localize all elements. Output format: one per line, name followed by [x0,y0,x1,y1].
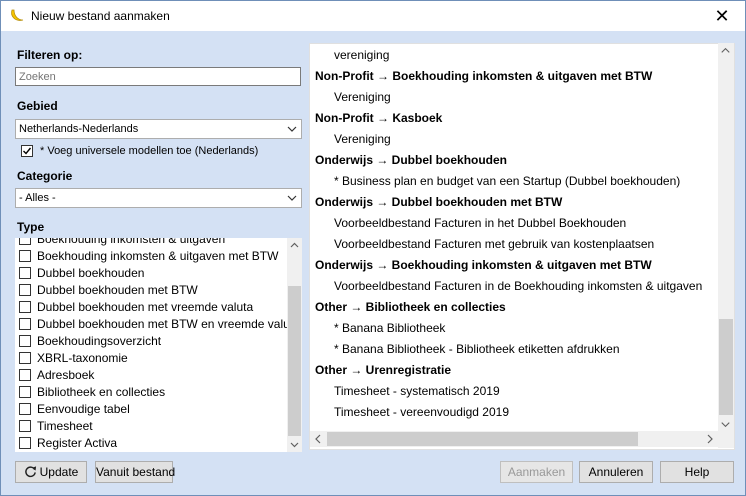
refresh-icon [24,466,36,478]
template-group-header: Non-Profit → Boekhouding inkomsten & uit… [315,69,653,83]
template-entry[interactable]: * Banana Bibliotheek - Bibliotheek etike… [334,342,620,356]
search-input[interactable] [15,67,301,86]
template-group-header: Onderwijs → Dubbel boekhouden [315,153,508,167]
template-entry[interactable]: * Banana Bibliotheek [334,321,445,335]
type-checkbox[interactable] [19,250,31,262]
template-list-hscrollbar[interactable] [310,431,718,447]
type-item-label: Dubbel boekhouden [37,266,145,280]
type-item-label: Register Activa [37,436,118,450]
type-checkbox[interactable] [19,437,31,449]
template-entry[interactable]: Vereniging [334,90,391,104]
update-button-label: Update [39,465,79,479]
template-group-header: Onderwijs → Boekhouding inkomsten & uitg… [315,258,652,272]
scroll-left-icon[interactable] [310,431,326,447]
template-group-header: Other → Urenregistratie [315,363,452,377]
aanmaken-button[interactable]: Aanmaken [500,461,573,483]
chevron-down-icon [287,195,297,201]
type-list-scrollbar[interactable] [287,238,302,452]
type-item-label: Eenvoudige tabel [37,402,130,416]
vanuit-bestand-button[interactable]: Vanuit bestand [95,461,175,483]
type-item-label: XBRL-taxonomie [37,351,128,365]
type-item-label: Bibliotheek en collecties [37,385,166,399]
gebied-select[interactable]: Netherlands-Nederlands [15,119,302,139]
type-checkbox[interactable] [19,318,31,330]
template-group-header: Other → Bibliotheek en collecties [315,300,506,314]
scroll-thumb[interactable] [719,319,733,415]
checkmark-icon [23,147,32,155]
template-list-vscrollbar[interactable] [718,43,734,432]
scroll-down-icon[interactable] [287,437,302,452]
type-checkbox[interactable] [19,284,31,296]
type-item-label: Adresboek [37,368,95,382]
template-entry[interactable]: vereniging [334,48,389,62]
scroll-down-icon[interactable] [718,417,733,432]
template-list[interactable]: vereniging Non-Profit → Boekhouding inko… [309,43,735,450]
type-item-label: Dubbel boekhouden met BTW en vreemde val… [37,317,300,331]
update-button[interactable]: Update [15,461,87,483]
type-checkbox[interactable] [19,420,31,432]
chevron-down-icon [287,126,297,132]
type-checkbox[interactable] [19,369,31,381]
type-item-label: Dubbel boekhouden met vreemde valuta [37,300,254,314]
categorie-select[interactable]: - Alles - [15,188,302,208]
type-label: Type [17,220,45,234]
close-button[interactable]: ✕ [699,1,745,31]
dialog-window: Nieuw bestand aanmaken ✕ Filteren op: Ge… [0,0,746,496]
type-item-label: Boekhoudingsoverzicht [37,334,162,348]
type-item-label: Boekhouding inkomsten & uitgaven [37,238,226,246]
close-icon: ✕ [714,6,730,26]
type-checkbox[interactable] [19,267,31,279]
template-entry[interactable]: Voorbeeldbestand Facturen met gebruik va… [334,237,654,251]
scroll-up-icon[interactable] [287,238,302,253]
gebied-selected-value: Netherlands-Nederlands [19,123,139,135]
scroll-up-icon[interactable] [718,43,733,58]
scroll-corner [718,432,734,448]
banana-icon [11,9,24,21]
type-item-label: Boekhouding inkomsten & uitgaven met BTW [37,249,279,263]
title-bar: Nieuw bestand aanmaken ✕ [1,1,745,31]
universal-models-label: * Voeg universele modellen toe (Nederlan… [40,145,259,157]
scroll-right-icon[interactable] [702,431,718,447]
type-list[interactable]: Boekhouding inkomsten & uitgaven Boekhou… [15,238,302,452]
template-entry[interactable]: Voorbeeldbestand Facturen in de Boekhoud… [334,279,702,293]
type-checkbox[interactable] [19,335,31,347]
scroll-thumb[interactable] [288,286,301,436]
template-entry[interactable]: Timesheet - vereenvoudigd 2019 [334,405,509,419]
type-checkbox[interactable] [19,238,31,245]
template-group-header: Onderwijs → Dubbel boekhouden met BTW [315,195,563,209]
type-checkbox[interactable] [19,301,31,313]
template-entry[interactable]: Vereniging [334,132,391,146]
help-button[interactable]: Help [660,461,734,483]
categorie-selected-value: - Alles - [19,192,56,204]
template-entry[interactable]: Voorbeeldbestand Facturen in het Dubbel … [334,216,626,230]
type-checkbox[interactable] [19,403,31,415]
window-title: Nieuw bestand aanmaken [31,9,170,23]
annuleren-button[interactable]: Annuleren [579,461,653,483]
type-checkbox[interactable] [19,352,31,364]
gebied-label: Gebied [17,99,58,113]
type-checkbox[interactable] [19,386,31,398]
scroll-thumb[interactable] [327,432,638,446]
template-entry[interactable]: Timesheet - systematisch 2019 [334,384,500,398]
universal-models-checkbox[interactable] [21,145,33,157]
template-entry[interactable]: * Business plan en budget van een Startu… [334,174,680,188]
template-group-header: Non-Profit → Kasboek [315,111,443,125]
categorie-label: Categorie [17,169,73,183]
type-item-label: Dubbel boekhouden met BTW [37,283,198,297]
type-item-label: Timesheet [37,419,93,433]
filter-label: Filteren op: [17,48,83,62]
